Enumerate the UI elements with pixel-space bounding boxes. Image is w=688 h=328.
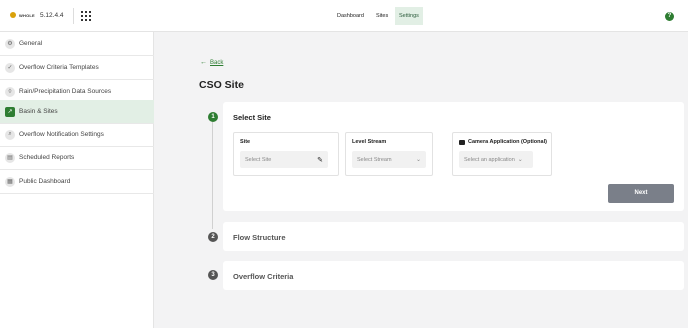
chevron-down-icon: ⌄ [517,157,523,163]
nav-sites[interactable]: Sites [372,7,392,25]
gear-icon: ⚙ [5,38,15,49]
step-2-indicator: 2 [208,232,218,242]
pencil-icon[interactable]: ✎ [317,156,323,164]
logo-mark-icon [10,12,16,18]
page-title: CSO Site [199,79,244,91]
camera-application-select[interactable]: Select an application ⌄ [459,151,533,168]
back-link[interactable]: ← Back [200,59,223,66]
dashboard-icon: ▦ [5,176,15,187]
app-logo[interactable]: WHOLE [10,12,35,18]
back-label: Back [210,59,224,66]
sidebar-item-label: Public Dashboard [19,178,71,185]
step-1-card: Select Site Site Select Site ✎ Level Str… [223,102,684,211]
checkmark-icon: ✓ [5,62,15,73]
camera-icon [459,139,465,145]
sidebar-item-label: Basin & Sites [19,108,58,115]
app-grid-icon[interactable] [81,11,91,21]
site-field: Site Select Site ✎ [233,132,339,176]
sidebar-item-label: Overflow Notification Settings [19,131,104,138]
divider [73,8,74,24]
logo-text: WHOLE [19,12,35,18]
sidebar-item-label: Rain/Precipitation Data Sources [19,88,112,95]
sidebar-item-basin-sites[interactable]: ↗ Basin & Sites [0,100,154,124]
sidebar-item-label: General [19,40,43,47]
step-2-title: Flow Structure [233,233,286,242]
step-3-title: Overflow Criteria [233,272,294,281]
top-bar: WHOLE 5.12.4.4 Dashboard Sites Settings … [0,0,688,32]
level-stream-field: Level Stream Select Stream ⌄ [345,132,433,176]
settings-sidebar: ⚙ General ✓ Overflow Criteria Templates … [0,32,154,328]
calendar-icon: ▤ [5,152,15,163]
help-icon[interactable]: ? [665,12,674,21]
level-stream-label: Level Stream [352,139,387,145]
sidebar-item-overflow-notification[interactable]: ⌕ Overflow Notification Settings [0,123,154,147]
step-1-indicator: 1 [208,112,218,122]
level-stream-select[interactable]: Select Stream ⌄ [352,151,426,168]
chart-icon: ↗ [5,106,15,117]
camera-application-placeholder: Select an application [464,156,515,163]
step-3-indicator: 3 [208,270,218,280]
step-1-title: Select Site [233,113,271,122]
chevron-down-icon: ⌄ [415,157,421,163]
stepper-line [212,122,213,229]
site-placeholder: Select Site [245,156,272,163]
step-3-card[interactable]: Overflow Criteria [223,261,684,290]
raindrop-icon: ◊ [5,86,15,97]
sidebar-item-scheduled-reports[interactable]: ▤ Scheduled Reports [0,146,154,170]
site-label: Site [240,139,251,145]
back-arrow-icon: ← [200,59,207,66]
nav-dashboard[interactable]: Dashboard [333,7,368,25]
sidebar-item-overflow-criteria-templates[interactable]: ✓ Overflow Criteria Templates [0,56,154,80]
site-input[interactable]: Select Site ✎ [240,151,328,168]
step-2-card[interactable]: Flow Structure [223,222,684,251]
nav-settings[interactable]: Settings [395,7,423,25]
sidebar-item-label: Scheduled Reports [19,154,75,161]
bell-search-icon: ⌕ [5,129,15,140]
sidebar-item-label: Overflow Criteria Templates [19,64,99,71]
next-button[interactable]: Next [608,184,674,203]
level-stream-placeholder: Select Stream [357,156,392,163]
camera-application-field: Camera Application (Optional) Select an … [452,132,552,176]
sidebar-item-general[interactable]: ⚙ General [0,32,154,56]
camera-application-label: Camera Application (Optional) [459,139,547,145]
sidebar-item-public-dashboard[interactable]: ▦ Public Dashboard [0,170,154,194]
version-label: 5.12.4.4 [40,12,64,19]
